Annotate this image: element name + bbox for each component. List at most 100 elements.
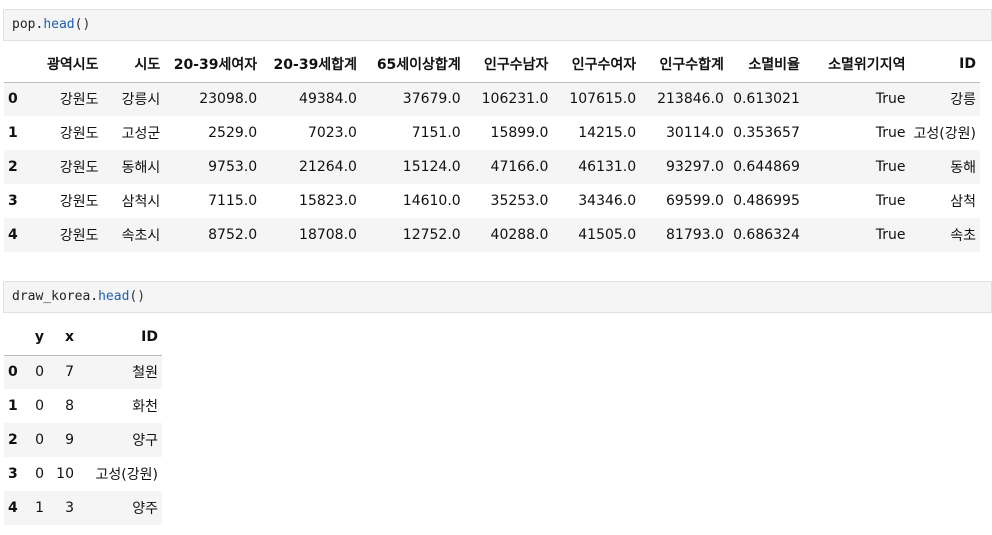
table-cell: 7151.0 <box>411 125 461 141</box>
table-cell: 고성(강원) <box>913 126 976 142</box>
table-cell: 14215.0 <box>578 125 637 141</box>
table-cell: 106231.0 <box>481 91 549 108</box>
table-row: 1 0 8 화천 <box>4 389 162 423</box>
column-header: y <box>26 319 48 356</box>
table-cell: 강원도 <box>59 92 99 109</box>
code-paren: () <box>129 289 146 304</box>
column-header: ID <box>909 46 980 83</box>
code-object: draw_korea <box>12 289 91 304</box>
table-cell: 0 <box>35 466 44 482</box>
table-cell: 속초시 <box>121 228 161 244</box>
table-cell: 동해시 <box>121 160 161 176</box>
table-cell: 0.486995 <box>733 193 800 209</box>
row-index: 4 <box>8 227 18 243</box>
column-header: 소멸비율 <box>727 46 804 83</box>
table-cell: 15124.0 <box>402 159 461 175</box>
table-cell: 15823.0 <box>299 193 357 209</box>
table-row: 2 0 9 양구 <box>4 423 162 457</box>
table-cell: 삼척시 <box>121 194 161 210</box>
table-cell: 0.353657 <box>733 125 800 141</box>
table-cell: 18708.0 <box>299 227 357 243</box>
table-cell: 고성(강원) <box>95 467 158 483</box>
table-cell: 양구 <box>132 433 158 449</box>
table-cell: 철원 <box>132 365 158 382</box>
column-header: 20-39세여자 <box>164 46 262 83</box>
table-cell: 81793.0 <box>666 227 724 243</box>
table-cell: 화천 <box>132 399 158 415</box>
table-cell: 속초 <box>950 228 976 244</box>
column-header: 20-39세합계 <box>261 46 361 83</box>
table-cell: 14610.0 <box>402 193 461 209</box>
row-index: 0 <box>8 91 18 108</box>
table-row: 1 강원도 고성군 2529.0 7023.0 7151.0 15899.0 14215.0 3… <box>4 116 980 150</box>
table-row: 4 강원도 속초시 8752.0 18708.0 12752.0 40288.0 41505.… <box>4 218 980 252</box>
row-index: 3 <box>8 193 18 209</box>
table-cell: 47166.0 <box>490 159 549 175</box>
code-dot: . <box>90 289 99 304</box>
table-cell: 7 <box>65 364 74 381</box>
code-method: head <box>43 17 75 32</box>
table-cell: 0.613021 <box>733 91 800 108</box>
code-cell-draw-korea-head[interactable]: draw_korea.head() <box>3 281 992 313</box>
row-index: 1 <box>8 398 18 414</box>
table-cell: 강원도 <box>59 194 99 210</box>
index-header <box>4 319 26 356</box>
table-cell: True <box>875 91 906 108</box>
column-header: 소멸위기지역 <box>803 46 910 83</box>
table-cell: 12752.0 <box>402 227 461 243</box>
table-cell: 2529.0 <box>208 125 258 141</box>
table-cell: True <box>875 227 906 243</box>
table-cell: 0 <box>35 364 44 381</box>
row-index: 2 <box>8 432 18 448</box>
index-header <box>4 46 28 83</box>
table-cell: 46131.0 <box>578 159 637 175</box>
table-cell: True <box>875 125 906 141</box>
table-row: 3 강원도 삼척시 7115.0 15823.0 14610.0 35253.0 34346.… <box>4 184 980 218</box>
table-cell: 8752.0 <box>208 227 258 243</box>
table-row: 0 0 7 철원 <box>4 355 162 389</box>
table-cell: 강릉시 <box>121 92 161 109</box>
column-header: 65세이상합계 <box>360 46 465 83</box>
row-index: 3 <box>8 466 18 482</box>
column-header: 시도 <box>102 46 165 83</box>
table-cell: 0 <box>35 432 44 448</box>
column-header: 인구수합계 <box>640 46 728 83</box>
table-cell: 49384.0 <box>299 91 357 108</box>
row-index: 4 <box>8 500 18 516</box>
table-cell: 3 <box>65 500 74 516</box>
table-row: 2 강원도 동해시 9753.0 21264.0 15124.0 47166.0 46131.… <box>4 150 980 184</box>
table-cell: 21264.0 <box>299 159 357 175</box>
table-cell: 강원도 <box>59 160 99 176</box>
table-cell: 고성군 <box>121 126 161 142</box>
table-row: 0 강원도 강릉시 23098.0 49384.0 37679.0 106231.0 1076… <box>4 82 980 116</box>
draw-korea-dataframe-table: y x ID 0 0 7 철원 1 0 8 화천 2 0 9 양구 3 0 10 고성(강원) 4 1 3 양주 <box>4 319 162 525</box>
column-header: 인구수남자 <box>464 46 553 83</box>
table-cell: 107615.0 <box>569 91 637 108</box>
table-cell: 213846.0 <box>657 91 724 108</box>
column-header: x <box>48 319 78 356</box>
table-cell: 34346.0 <box>578 193 637 209</box>
table-cell: 1 <box>35 500 44 516</box>
row-index: 2 <box>8 159 18 175</box>
table-row: 3 0 10 고성(강원) <box>4 457 162 491</box>
table-cell: 0 <box>35 398 44 414</box>
row-index: 1 <box>8 125 18 141</box>
table-cell: 93297.0 <box>666 159 724 175</box>
table-cell: 동해 <box>950 160 976 176</box>
table-cell: 0.644869 <box>733 159 800 175</box>
column-header: 광역시도 <box>27 46 103 83</box>
table-row: 4 1 3 양주 <box>4 491 162 525</box>
table-cell: 0.686324 <box>733 227 800 243</box>
column-header: ID <box>78 319 162 356</box>
table-cell: 7023.0 <box>307 125 357 141</box>
code-paren: () <box>74 17 91 32</box>
code-cell-pop-head[interactable]: pop.head() <box>3 9 992 41</box>
table-cell: 9 <box>65 432 74 448</box>
table-cell: 7115.0 <box>208 193 258 209</box>
table-cell: 강릉 <box>950 92 976 109</box>
table-cell: 강원도 <box>59 228 99 244</box>
table-cell: 강원도 <box>59 126 99 142</box>
table-cell: 69599.0 <box>666 193 724 209</box>
table-cell: True <box>875 193 906 209</box>
table-cell: True <box>875 159 906 175</box>
